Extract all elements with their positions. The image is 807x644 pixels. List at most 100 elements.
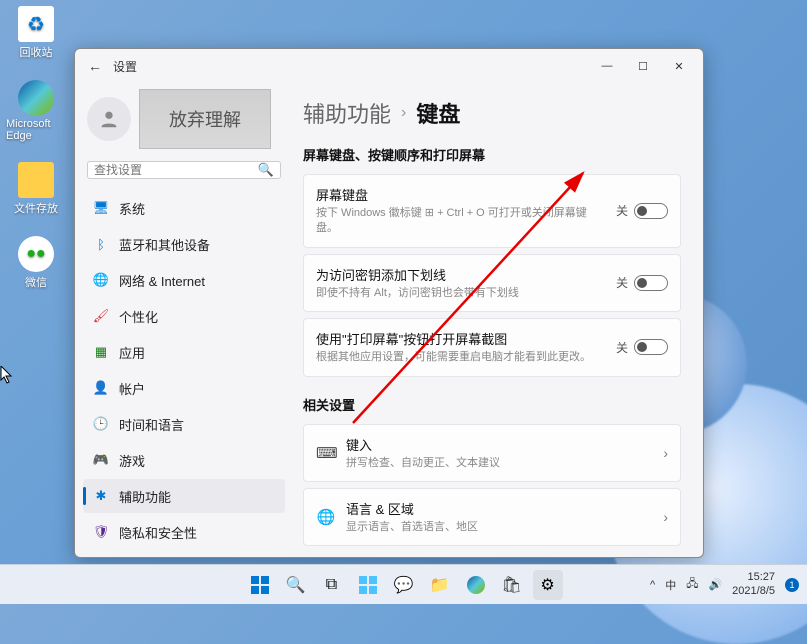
chevron-right-icon: ›: [663, 509, 668, 525]
related-link[interactable]: ⌨ 键入拼写检查、自动更正、文本建议 ›: [303, 424, 681, 482]
desktop-icon-wechat[interactable]: ●● 微信: [6, 236, 66, 290]
search-box[interactable]: 🔍: [87, 161, 281, 179]
profile-block[interactable]: 放弃理解: [83, 83, 285, 159]
edge-icon: [18, 80, 54, 116]
recycle-bin-icon: ♻: [18, 6, 54, 42]
toggle-state-label: 关: [616, 339, 628, 356]
toggle-state-label: 关: [616, 202, 628, 219]
toggle-state-label: 关: [616, 274, 628, 291]
search-input[interactable]: [94, 163, 258, 177]
explorer-button[interactable]: 📁: [425, 570, 455, 600]
tray-network-icon[interactable]: 🖧: [686, 575, 698, 594]
store-button[interactable]: 🛍: [497, 570, 527, 600]
privacy-icon: 🛡: [93, 524, 109, 540]
breadcrumb-parent[interactable]: 辅助功能: [303, 97, 391, 129]
wechat-icon: ●●: [18, 236, 54, 272]
start-button[interactable]: [245, 570, 275, 600]
back-button[interactable]: ←: [81, 58, 109, 74]
taskbar-center: 🔍 ⧉ 💬 📁 🛍 ⚙: [245, 570, 563, 600]
related-description: 显示语言、首选语言、地区: [346, 520, 653, 535]
desktop-icon-label: 微信: [25, 274, 47, 290]
sidebar-item-label: 辅助功能: [119, 487, 171, 506]
sidebar-item-apps[interactable]: ▦ 应用: [83, 335, 285, 369]
related-icon: 🌐: [316, 508, 336, 526]
edge-taskbar-button[interactable]: [461, 570, 491, 600]
section-title: 屏幕键盘、按键顺序和打印屏幕: [303, 145, 681, 164]
sidebar-item-system[interactable]: 🖥 系统: [83, 191, 285, 225]
sidebar-item-label: 系统: [119, 199, 145, 218]
sidebar-item-accessibility[interactable]: ✱ 辅助功能: [83, 479, 285, 513]
desktop-icons: ♻ 回收站 Microsoft Edge 文件存放 ●● 微信: [6, 6, 66, 290]
widgets-button[interactable]: [353, 570, 383, 600]
sidebar-item-accounts[interactable]: 👤帐户: [83, 371, 285, 405]
sidebar-item-label: 隐私和安全性: [119, 523, 197, 542]
toggle-switch[interactable]: [634, 339, 668, 355]
accessibility-icon: ✱: [93, 488, 109, 504]
network-icon: 🌐: [93, 272, 109, 288]
sidebar-item-time-language[interactable]: 🕒时间和语言: [83, 407, 285, 441]
desktop-icon-label: 文件存放: [14, 200, 58, 216]
related-icon: ⌨: [316, 444, 336, 462]
sidebar-item-network[interactable]: 🌐 网络 & Internet: [83, 263, 285, 297]
task-view-button[interactable]: ⧉: [317, 570, 347, 600]
nav-list: 🖥 系统 ᛒ 蓝牙和其他设备 🌐 网络 & Internet 🖌个性化 ▦ 应用 👤帐户🕒时间和语…: [83, 191, 285, 557]
card-title: 为访问密钥添加下划线: [316, 265, 606, 284]
card-title: 屏幕键盘: [316, 185, 606, 204]
toggle-switch[interactable]: [634, 275, 668, 291]
toggle-switch[interactable]: [634, 203, 668, 219]
window-title: 设置: [113, 58, 137, 75]
cursor-icon: [0, 366, 14, 384]
tray-date: 2021/8/5: [732, 585, 775, 598]
search-button[interactable]: 🔍: [281, 570, 311, 600]
chat-button[interactable]: 💬: [389, 570, 419, 600]
desktop-icon-folder[interactable]: 文件存放: [6, 162, 66, 216]
sidebar-item-personalization[interactable]: 🖌个性化: [83, 299, 285, 333]
close-button[interactable]: ✕: [661, 52, 697, 80]
desktop-icon-label: 回收站: [20, 44, 53, 60]
sidebar-item-gaming[interactable]: 🎮 游戏: [83, 443, 285, 477]
tray-volume-icon[interactable]: 🔊: [708, 578, 722, 591]
folder-icon: [18, 162, 54, 198]
settings-window: ← 设置 — ☐ ✕ 放弃理解 🔍 🖥 系统 ᛒ 蓝牙和其他设备 🌐 网络 & Inter…: [74, 48, 704, 558]
search-icon: 🔍: [258, 162, 274, 178]
setting-card: 屏幕键盘按下 Windows 徽标键 ⊞ + Ctrl + O 可打开或关闭屏幕…: [303, 174, 681, 248]
card-description: 根据其他应用设置，可能需要重启电脑才能看到此更改。: [316, 350, 606, 365]
desktop-icon-recycle-bin[interactable]: ♻ 回收站: [6, 6, 66, 60]
chevron-right-icon: ›: [401, 104, 406, 122]
maximize-button[interactable]: ☐: [625, 52, 661, 80]
sidebar-item-label: 蓝牙和其他设备: [119, 235, 210, 254]
sidebar-item-label: 网络 & Internet: [119, 271, 205, 290]
related-title: 键入: [346, 435, 653, 454]
bluetooth-icon: ᛒ: [93, 236, 109, 252]
tray-ime-indicator[interactable]: 中: [665, 577, 676, 593]
sidebar: 放弃理解 🔍 🖥 系统 ᛒ 蓝牙和其他设备 🌐 网络 & Internet 🖌个性化 ▦ 应用 👤…: [75, 83, 293, 557]
chevron-right-icon: ›: [663, 445, 668, 461]
sidebar-item-bluetooth[interactable]: ᛒ 蓝牙和其他设备: [83, 227, 285, 261]
related-settings-title: 相关设置: [303, 395, 681, 414]
system-icon: 🖥: [93, 200, 109, 216]
settings-taskbar-button[interactable]: ⚙: [533, 570, 563, 600]
tray-clock[interactable]: 15:27 2021/8/5: [732, 571, 775, 597]
desktop-icon-label: Microsoft Edge: [6, 118, 66, 142]
personalization-icon: 🖌: [93, 308, 109, 324]
sidebar-item-label: 游戏: [119, 451, 145, 470]
sidebar-item-label: 时间和语言: [119, 415, 184, 434]
avatar-icon: [87, 97, 131, 141]
sidebar-item-windows-update[interactable]: 🔄Windows 更新: [83, 551, 285, 557]
related-description: 拼写检查、自动更正、文本建议: [346, 456, 653, 471]
system-tray: ^ 中 🖧 🔊 15:27 2021/8/5 1: [650, 571, 799, 597]
related-title: 语言 & 区域: [346, 499, 653, 518]
card-description: 按下 Windows 徽标键 ⊞ + Ctrl + O 可打开或关闭屏幕键盘。: [316, 206, 606, 237]
taskbar: 🔍 ⧉ 💬 📁 🛍 ⚙ ^ 中 🖧 🔊 15:27 2021/8/5 1: [0, 564, 807, 604]
gaming-icon: 🎮: [93, 452, 109, 468]
sidebar-item-privacy[interactable]: 🛡 隐私和安全性: [83, 515, 285, 549]
setting-card: 为访问密钥添加下划线即使不持有 Alt，访问密钥也会带有下划线关: [303, 254, 681, 312]
related-link[interactable]: 🌐 语言 & 区域显示语言、首选语言、地区 ›: [303, 488, 681, 546]
minimize-button[interactable]: —: [589, 52, 625, 80]
tray-notification-badge[interactable]: 1: [785, 578, 799, 592]
tray-time: 15:27: [732, 571, 775, 584]
tray-chevron-up-icon[interactable]: ^: [650, 579, 655, 591]
apps-icon: ▦: [93, 344, 109, 360]
desktop-icon-edge[interactable]: Microsoft Edge: [6, 80, 66, 142]
sidebar-item-label: 应用: [119, 343, 145, 362]
